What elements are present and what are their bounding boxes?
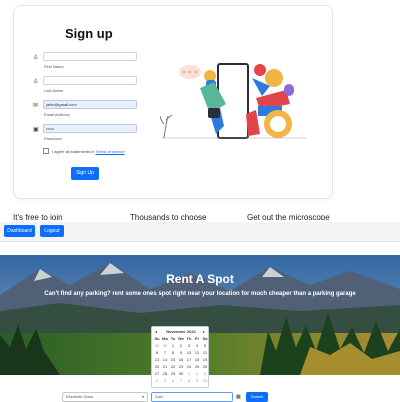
calendar-weekday: Mo xyxy=(162,336,168,341)
user-select[interactable]: Elizabeth Doan ▾ xyxy=(62,392,148,402)
feature-heading: It's free to join xyxy=(13,213,63,220)
signup-title: Sign up xyxy=(65,26,113,41)
calendar-day[interactable]: 3 xyxy=(185,343,193,349)
signup-illustration xyxy=(160,63,306,139)
calendar-day[interactable]: 22 xyxy=(169,364,177,370)
calendar-weekday: We xyxy=(178,336,184,341)
calendar-day[interactable]: 16 xyxy=(177,357,185,363)
calendar-day[interactable]: 4 xyxy=(153,378,161,384)
first-name-label: First Name xyxy=(44,64,64,69)
calendar-day[interactable]: 6 xyxy=(169,378,177,384)
date-picker-calendar: ◂ November 2022 ▸ Su Mo Tu We Th Fr Sa 30 31 1 2 3 4… xyxy=(151,326,209,388)
date-input[interactable]: Date xyxy=(151,392,233,402)
calendar-day[interactable]: 6 xyxy=(153,350,161,356)
lock-icon: ▣ xyxy=(33,127,39,133)
calendar-day[interactable]: 1 xyxy=(169,343,177,349)
hero-subtitle: Can't find any parking? rent some ones s… xyxy=(44,291,356,297)
calendar-day[interactable]: 27 xyxy=(153,371,161,377)
calendar-day[interactable]: 17 xyxy=(185,357,193,363)
calendar-day[interactable]: 12 xyxy=(201,350,209,356)
calendar-day[interactable]: 10 xyxy=(201,378,209,384)
calendar-day[interactable]: 7 xyxy=(177,378,185,384)
search-button[interactable]: Search xyxy=(246,392,268,402)
calendar-day[interactable]: 1 xyxy=(185,371,193,377)
calendar-day[interactable]: 9 xyxy=(193,378,201,384)
calendar-day[interactable]: 20 xyxy=(153,364,161,370)
calendar-day[interactable]: 9 xyxy=(177,350,185,356)
dashboard-button[interactable]: Dashboard xyxy=(4,225,35,237)
calendar-day[interactable]: 21 xyxy=(161,364,169,370)
calendar-day[interactable]: 8 xyxy=(169,350,177,356)
calendar-day[interactable]: 30 xyxy=(153,343,161,349)
calendar-day[interactable]: 26 xyxy=(201,364,209,370)
calendar-day[interactable]: 18 xyxy=(193,357,201,363)
calendar-day[interactable]: 2 xyxy=(193,371,201,377)
email-icon: ✉ xyxy=(33,103,39,109)
calendar-grid: Su Mo Tu We Th Fr Sa 30 31 1 2 3 4 5 6 7 8 9 10 11 12 13 14 15 1… xyxy=(153,336,209,384)
calendar-icon[interactable]: ▦ xyxy=(236,394,241,400)
last-name-input[interactable] xyxy=(43,76,137,85)
calendar-day[interactable]: 5 xyxy=(161,378,169,384)
calendar-weekday: Sa xyxy=(202,336,208,341)
calendar-day[interactable]: 10 xyxy=(185,350,193,356)
feature-heading: Get out the microscope xyxy=(247,213,330,220)
user-icon: ♙ xyxy=(33,55,39,61)
calendar-weekday: Fr xyxy=(195,336,199,341)
signup-button[interactable]: Sign Up xyxy=(71,167,99,180)
email-label: Email Address xyxy=(44,112,70,117)
next-month-icon[interactable]: ▸ xyxy=(203,329,205,334)
calendar-day[interactable]: 31 xyxy=(161,343,169,349)
terms-checkbox[interactable] xyxy=(43,148,49,154)
calendar-day[interactable]: 15 xyxy=(169,357,177,363)
calendar-day[interactable]: 14 xyxy=(161,357,169,363)
calendar-day[interactable]: 23 xyxy=(177,364,185,370)
password-label: Password xyxy=(44,136,62,141)
calendar-day[interactable]: 13 xyxy=(153,357,161,363)
user-select-value: Elizabeth Doan xyxy=(66,394,94,399)
calendar-day[interactable]: 24 xyxy=(185,364,193,370)
email-input[interactable]: jarlie@gmail.com xyxy=(43,100,137,109)
calendar-weekday: Tu xyxy=(170,336,176,341)
calendar-day[interactable]: 7 xyxy=(161,350,169,356)
user-icon: ♙ xyxy=(33,79,39,85)
calendar-day[interactable]: 3 xyxy=(201,371,209,377)
feature-heading: Thousands to choose xyxy=(130,213,207,220)
first-name-input[interactable] xyxy=(43,52,137,61)
calendar-day[interactable]: 28 xyxy=(161,371,169,377)
terms-row: I agree all statements in Terms of servi… xyxy=(43,148,125,154)
calendar-day[interactable]: 4 xyxy=(193,343,201,349)
calendar-day[interactable]: 25 xyxy=(193,364,201,370)
last-name-label: Last Name xyxy=(44,88,64,93)
calendar-weekday: Th xyxy=(186,336,192,341)
calendar-day[interactable]: 5 xyxy=(201,343,209,349)
hero-title: Rent A Spot xyxy=(166,272,234,286)
terms-link[interactable]: Terms of service xyxy=(96,149,125,154)
calendar-day[interactable]: 29 xyxy=(169,371,177,377)
calendar-day[interactable]: 8 xyxy=(185,378,193,384)
calendar-month-label: November 2022 xyxy=(166,329,196,334)
calendar-day[interactable]: 30 xyxy=(177,371,185,377)
logout-button[interactable]: Logout xyxy=(40,225,64,237)
calendar-weekday: Su xyxy=(154,336,160,341)
calendar-day[interactable]: 11 xyxy=(193,350,201,356)
terms-text: I agree all statements in xyxy=(52,149,95,154)
password-input[interactable]: •••••• xyxy=(43,124,137,133)
calendar-day[interactable]: 19 xyxy=(201,357,209,363)
calendar-day[interactable]: 2 xyxy=(177,343,185,349)
